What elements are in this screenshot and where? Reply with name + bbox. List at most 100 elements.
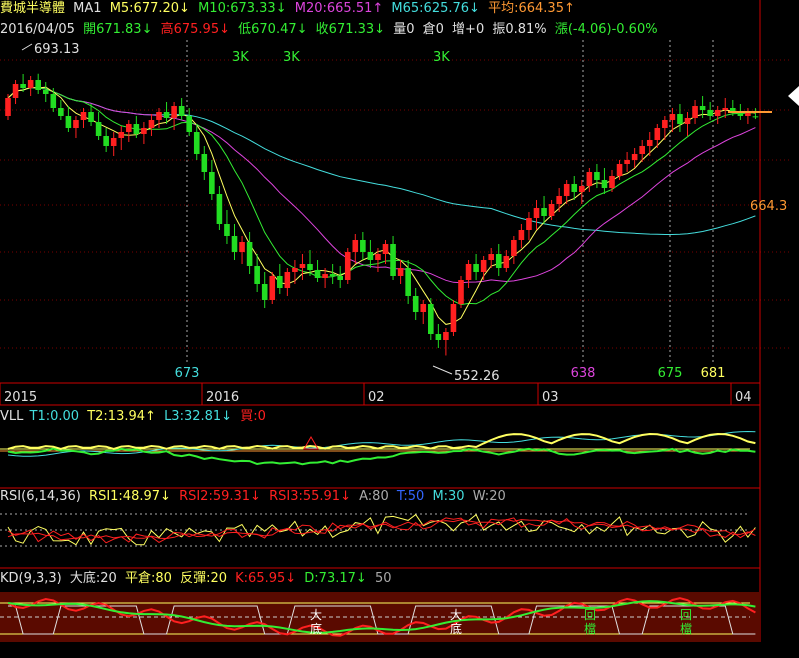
- candle-body: [141, 128, 147, 134]
- kd-rebound: 反彈:20: [180, 571, 227, 586]
- rsi2-value: RSI2:59.31↓: [179, 489, 261, 504]
- high-value: 高675.95↓: [160, 22, 230, 37]
- m5-value: M5:677.20↓: [109, 1, 190, 16]
- time-tick-label: 03: [542, 390, 559, 405]
- time-tick-label: 2015: [4, 390, 37, 405]
- candle-body: [707, 110, 713, 116]
- rsi1-value: RSI1:48.97↓: [89, 489, 171, 504]
- m20-value: M20:665.51↑: [294, 1, 384, 16]
- candle-body: [284, 272, 291, 288]
- candle-body: [337, 276, 343, 280]
- price-cursor-arrow-icon[interactable]: [788, 86, 799, 106]
- candle-body: [646, 140, 653, 146]
- vll-indicator-panel: [0, 430, 756, 466]
- candle-body: [390, 244, 396, 276]
- right-price-label: 664.3: [750, 199, 787, 214]
- rsi-t: T:50: [396, 489, 425, 504]
- vll-t1: T1:0.00: [29, 409, 80, 424]
- k3-label: 3K: [283, 50, 300, 65]
- candle-body: [133, 124, 140, 134]
- candle-body: [88, 112, 94, 122]
- candle-body: [239, 242, 245, 252]
- candle-body: [216, 194, 223, 224]
- vll-t2: T2:13.94↑: [87, 409, 156, 424]
- kd-mark-label: 回: [584, 608, 596, 622]
- candle-body: [503, 256, 510, 268]
- kd-mark-label: 檔: [584, 622, 596, 636]
- kd-d: D:73.17↓: [304, 571, 367, 586]
- candle-body: [586, 172, 593, 186]
- inc-value: 增+0: [452, 22, 485, 37]
- price-annotations: 693.13 552.26 664.3 3K 3K 3K: [21, 42, 787, 384]
- candle-body: [50, 94, 57, 108]
- candle-body: [692, 106, 698, 118]
- candle-body: [684, 118, 691, 124]
- candle-body: [261, 284, 268, 300]
- candle-body: [360, 240, 366, 252]
- candle-body: [5, 98, 11, 116]
- kd-legend-row: KD(9,3,3) 大底:20 平倉:80 反彈:20 K:65.95↓ D:7…: [0, 571, 395, 587]
- candle-body: [193, 132, 200, 154]
- candle-body: [533, 208, 540, 218]
- marker-vline-label: 673: [175, 366, 200, 381]
- close-value: 收671.33↓: [315, 22, 386, 37]
- candle-body: [473, 264, 479, 272]
- instrument-name: 費城半導體: [0, 1, 66, 16]
- vll-label: VLL: [0, 409, 24, 424]
- candle-body: [231, 236, 238, 252]
- candle-body: [601, 180, 608, 188]
- time-tick-label: 02: [368, 390, 385, 405]
- candle-body: [73, 120, 79, 128]
- candlestick-series: [5, 73, 759, 356]
- candle-body: [292, 268, 298, 272]
- candle-body: [518, 230, 525, 240]
- candle-body: [246, 242, 253, 266]
- candle-body: [699, 106, 706, 110]
- m10-value: M10:673.33↓: [198, 1, 287, 16]
- candle-body: [103, 136, 109, 146]
- kd-mark-label: 底: [310, 621, 322, 636]
- candle-body: [616, 164, 623, 176]
- candle-body: [20, 84, 26, 88]
- vll-t2-line: [7, 432, 756, 450]
- vll-buy: 買:0: [240, 409, 266, 424]
- candle-body: [714, 110, 721, 116]
- candle-body: [571, 184, 578, 192]
- amplitude-value: 振0.81%: [492, 22, 547, 37]
- candle-body: [171, 106, 177, 118]
- min-price-label: 552.26: [454, 369, 500, 384]
- avg-value: 平均:664.35↑: [488, 1, 575, 16]
- candle-body: [548, 204, 555, 216]
- candle-body: [428, 304, 434, 334]
- stock-chart-canvas: 673 638 675 681 693.13 552.26 664.3 3K 3K 3K 201…: [0, 0, 799, 642]
- kd-mark-label: 檔: [680, 622, 692, 636]
- candle-body: [367, 252, 374, 260]
- candle-body: [352, 240, 359, 252]
- time-tick-label: 04: [735, 390, 752, 405]
- candle-body: [752, 116, 759, 118]
- max-price-label: 693.13: [34, 42, 80, 57]
- candle-body: [12, 84, 19, 98]
- candle-body: [148, 120, 155, 128]
- candle-body: [307, 264, 313, 270]
- k3-label: 3K: [232, 50, 249, 65]
- candle-body: [465, 264, 472, 280]
- candle-body: [450, 304, 457, 332]
- kd-indicator-panel: 大底大底回檔回檔: [0, 592, 760, 642]
- candle-body: [541, 208, 547, 216]
- candle-body: [609, 176, 615, 188]
- vll-l3: L3:32.81↓: [164, 409, 233, 424]
- candle-body: [126, 124, 132, 132]
- candle-body: [624, 160, 630, 164]
- time-tick-label: 2016: [206, 390, 239, 405]
- kd-k: K:65.95↓: [235, 571, 297, 586]
- vll-legend-row: VLL T1:0.00 T2:13.94↑ L3:32.81↓ 買:0: [0, 409, 270, 425]
- moving-average-lines: [7, 86, 756, 325]
- candle-body: [526, 218, 532, 230]
- kd-big-bottom: 大底:20: [69, 571, 117, 586]
- candle-body: [65, 116, 72, 128]
- ma5-line: [7, 86, 756, 325]
- kd-mark-label: 底: [450, 621, 462, 636]
- candle-body: [269, 276, 276, 300]
- candle-body: [254, 266, 260, 284]
